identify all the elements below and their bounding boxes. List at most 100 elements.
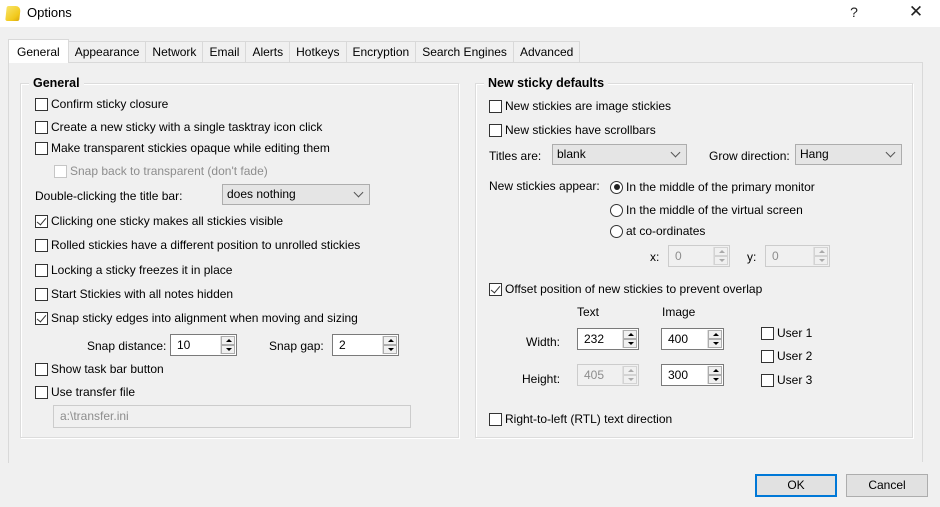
y-coordinate-spinner[interactable]: 0 bbox=[765, 245, 830, 267]
text-height-spinner[interactable]: 405 bbox=[577, 364, 639, 386]
start-hidden-checkbox[interactable] bbox=[35, 287, 48, 301]
user-2-checkbox[interactable] bbox=[761, 349, 774, 363]
close-button[interactable]: ✕ bbox=[906, 2, 926, 22]
titles-are-value: blank bbox=[557, 147, 586, 161]
cancel-button[interactable]: Cancel bbox=[846, 474, 928, 497]
opaque-editing-option[interactable]: Make transparent stickies opaque while e… bbox=[35, 141, 330, 155]
text-column-header: Text bbox=[577, 305, 600, 319]
chevron-down-icon bbox=[885, 147, 896, 158]
defaults-group-title: New sticky defaults bbox=[484, 76, 609, 90]
user-3-checkbox[interactable] bbox=[761, 373, 774, 387]
snap-distance-spinner[interactable]: 10 bbox=[170, 334, 237, 356]
transfer-file-checkbox[interactable] bbox=[35, 385, 48, 399]
confirm-closure-option[interactable]: Confirm sticky closure bbox=[35, 97, 168, 111]
image-stickies-option[interactable]: New stickies are image stickies bbox=[489, 99, 671, 113]
scrollbars-option[interactable]: New stickies have scrollbars bbox=[489, 123, 656, 137]
tab-email[interactable]: Email bbox=[203, 41, 247, 63]
locking-freezes-checkbox[interactable] bbox=[35, 263, 48, 277]
help-button[interactable]: ? bbox=[846, 4, 862, 20]
decrement-arrow-icon[interactable] bbox=[714, 256, 728, 265]
decrement-arrow-icon[interactable] bbox=[623, 339, 637, 348]
click-one-visible-checkbox[interactable] bbox=[35, 214, 48, 228]
image-column-header: Image bbox=[662, 305, 696, 319]
tab-alerts[interactable]: Alerts bbox=[246, 41, 291, 63]
ok-button[interactable]: OK bbox=[755, 474, 837, 497]
tab-hotkeys[interactable]: Hotkeys bbox=[290, 41, 347, 63]
decrement-arrow-icon[interactable] bbox=[814, 256, 828, 265]
snap-distance-value[interactable]: 10 bbox=[177, 338, 190, 352]
snap-edges-option[interactable]: Snap sticky edges into alignment when mo… bbox=[35, 311, 358, 325]
text-width-value[interactable]: 232 bbox=[584, 332, 604, 346]
locking-freezes-option[interactable]: Locking a sticky freezes it in place bbox=[35, 263, 232, 277]
tab-network[interactable]: Network bbox=[146, 41, 204, 63]
click-one-visible-option[interactable]: Clicking one sticky makes all stickies v… bbox=[35, 214, 283, 228]
tab-general[interactable]: General bbox=[8, 39, 69, 63]
titles-are-select[interactable]: blank bbox=[552, 144, 687, 165]
tab-search-engines[interactable]: Search Engines bbox=[416, 41, 514, 63]
appear-coordinates-option[interactable]: at co-ordinates bbox=[610, 224, 705, 238]
user-2-label: User 2 bbox=[777, 349, 813, 363]
taskbar-button-option[interactable]: Show task bar button bbox=[35, 362, 164, 376]
decrement-arrow-icon[interactable] bbox=[708, 375, 722, 384]
tab-appearance[interactable]: Appearance bbox=[68, 41, 147, 63]
image-stickies-checkbox[interactable] bbox=[489, 99, 502, 113]
increment-arrow-icon[interactable] bbox=[708, 330, 722, 339]
decrement-arrow-icon[interactable] bbox=[623, 375, 637, 384]
transfer-file-option[interactable]: Use transfer file bbox=[35, 385, 135, 399]
decrement-arrow-icon[interactable] bbox=[221, 345, 235, 354]
text-height-value[interactable]: 405 bbox=[584, 368, 604, 382]
confirm-closure-checkbox[interactable] bbox=[35, 97, 48, 111]
y-coordinate-value[interactable]: 0 bbox=[772, 249, 779, 263]
increment-arrow-icon[interactable] bbox=[708, 366, 722, 375]
image-width-value[interactable]: 400 bbox=[668, 332, 688, 346]
user-2-option[interactable]: User 2 bbox=[761, 349, 812, 363]
scrollbars-checkbox[interactable] bbox=[489, 123, 502, 137]
appear-virtual-screen-option[interactable]: In the middle of the virtual screen bbox=[610, 203, 803, 217]
snap-back-option[interactable]: Snap back to transparent (don't fade) bbox=[54, 164, 268, 178]
rolled-position-option[interactable]: Rolled stickies have a different positio… bbox=[35, 238, 360, 252]
opaque-editing-checkbox[interactable] bbox=[35, 141, 48, 155]
taskbar-button-checkbox[interactable] bbox=[35, 362, 48, 376]
increment-arrow-icon[interactable] bbox=[383, 336, 397, 345]
increment-arrow-icon[interactable] bbox=[714, 247, 728, 256]
text-width-spinner[interactable]: 232 bbox=[577, 328, 639, 350]
rtl-checkbox[interactable] bbox=[489, 412, 502, 426]
double-click-select[interactable]: does nothing bbox=[222, 184, 370, 205]
user-1-option[interactable]: User 1 bbox=[761, 326, 812, 340]
appear-primary-monitor-option[interactable]: In the middle of the primary monitor bbox=[610, 180, 815, 194]
snap-edges-checkbox[interactable] bbox=[35, 311, 48, 325]
appear-primary-monitor-radio[interactable] bbox=[610, 180, 623, 194]
snap-gap-spinner[interactable]: 2 bbox=[332, 334, 399, 356]
single-click-new-option[interactable]: Create a new sticky with a single tasktr… bbox=[35, 120, 322, 134]
increment-arrow-icon[interactable] bbox=[221, 336, 235, 345]
user-3-option[interactable]: User 3 bbox=[761, 373, 812, 387]
rtl-option[interactable]: Right-to-left (RTL) text direction bbox=[489, 412, 672, 426]
decrement-arrow-icon[interactable] bbox=[383, 345, 397, 354]
chevron-down-icon bbox=[353, 187, 364, 198]
snap-back-checkbox[interactable] bbox=[54, 164, 67, 178]
appear-coordinates-radio[interactable] bbox=[610, 224, 623, 238]
offset-position-option[interactable]: Offset position of new stickies to preve… bbox=[489, 282, 762, 296]
x-coordinate-value[interactable]: 0 bbox=[675, 249, 682, 263]
snap-gap-value[interactable]: 2 bbox=[339, 338, 346, 352]
increment-arrow-icon[interactable] bbox=[623, 366, 637, 375]
x-coordinate-spinner[interactable]: 0 bbox=[668, 245, 730, 267]
increment-arrow-icon[interactable] bbox=[623, 330, 637, 339]
tab-encryption[interactable]: Encryption bbox=[346, 41, 417, 63]
image-height-value[interactable]: 300 bbox=[668, 368, 688, 382]
rolled-position-checkbox[interactable] bbox=[35, 238, 48, 252]
offset-position-checkbox[interactable] bbox=[489, 282, 502, 296]
tab-advanced[interactable]: Advanced bbox=[513, 41, 581, 63]
single-click-new-checkbox[interactable] bbox=[35, 120, 48, 134]
decrement-arrow-icon[interactable] bbox=[708, 339, 722, 348]
image-width-spinner[interactable]: 400 bbox=[661, 328, 724, 350]
increment-arrow-icon[interactable] bbox=[814, 247, 828, 256]
user-1-checkbox[interactable] bbox=[761, 326, 774, 340]
title-bar: Options ? ✕ bbox=[0, 0, 940, 27]
image-height-spinner[interactable]: 300 bbox=[661, 364, 724, 386]
opaque-editing-label: Make transparent stickies opaque while e… bbox=[51, 141, 330, 155]
transfer-path-input[interactable]: a:\transfer.ini bbox=[53, 405, 411, 428]
start-hidden-option[interactable]: Start Stickies with all notes hidden bbox=[35, 287, 233, 301]
appear-virtual-screen-radio[interactable] bbox=[610, 203, 623, 217]
grow-direction-select[interactable]: Hang bbox=[795, 144, 902, 165]
